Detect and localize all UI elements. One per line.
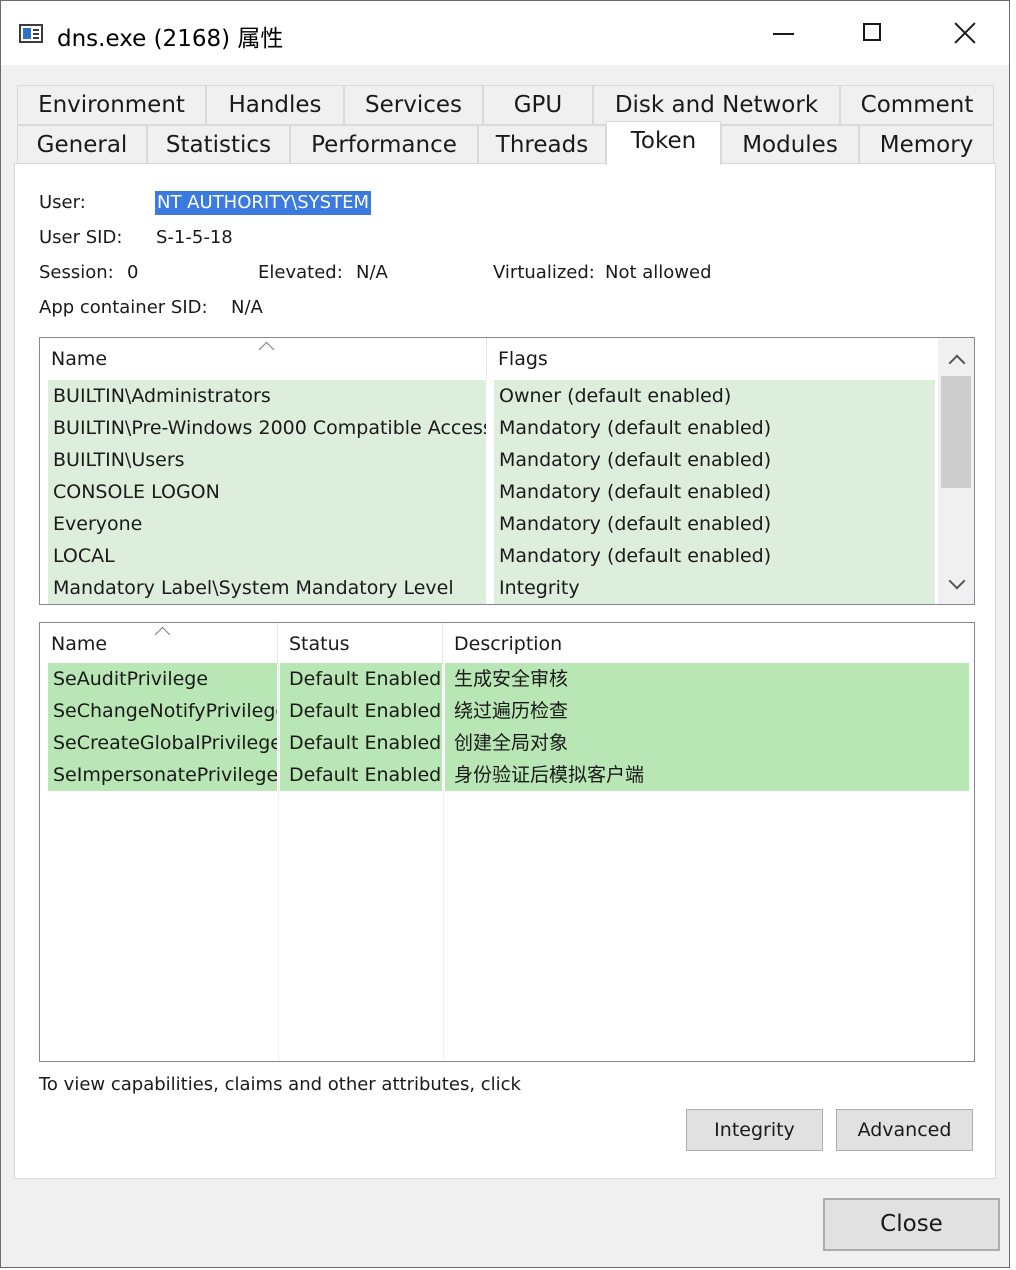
minimize-button[interactable] <box>739 1 829 65</box>
close-button[interactable]: Close <box>823 1198 1000 1251</box>
chevron-down-icon <box>948 572 966 590</box>
table-row[interactable]: LOCAL <box>48 540 486 572</box>
table-row-description[interactable]: 绕过遍历检查 <box>445 695 969 727</box>
column-divider <box>278 665 279 1061</box>
attributes-hint: To view capabilities, claims and other a… <box>39 1074 521 1095</box>
virtualized-value[interactable]: Not allowed <box>605 262 712 283</box>
table-row-description[interactable]: 生成安全审核 <box>445 663 969 695</box>
scroll-up-button[interactable] <box>938 342 974 378</box>
table-row-flags[interactable]: Mandatory (default enabled) <box>494 444 935 476</box>
table-row-status[interactable]: Default Enabled <box>280 663 442 695</box>
tab-statistics[interactable]: Statistics <box>147 125 290 165</box>
app-container-sid-label: App container SID: <box>39 297 208 318</box>
chevron-up-icon <box>948 354 966 372</box>
tab-general[interactable]: General <box>17 125 147 165</box>
window-title: dns.exe (2168) 属性 <box>57 26 284 52</box>
scroll-down-button[interactable] <box>938 566 974 602</box>
close-icon <box>953 21 977 45</box>
tab-performance[interactable]: Performance <box>290 125 478 165</box>
table-row-flags[interactable]: Mandatory (default enabled) <box>494 508 935 540</box>
tab-modules[interactable]: Modules <box>721 125 859 165</box>
properties-window: dns.exe (2168) 属性 Environment Handles Se… <box>0 0 1010 1268</box>
user-sid-label: User SID: <box>39 227 123 248</box>
groups-column-flags[interactable]: Flags <box>487 338 940 380</box>
table-row-status[interactable]: Default Enabled <box>280 727 442 759</box>
table-row[interactable]: SeChangeNotifyPrivilege <box>48 695 277 727</box>
scroll-thumb[interactable] <box>941 376 971 488</box>
tab-token[interactable]: Token <box>606 121 721 165</box>
tab-environment[interactable]: Environment <box>17 85 206 125</box>
integrity-button[interactable]: Integrity <box>686 1109 823 1151</box>
tab-threads[interactable]: Threads <box>478 125 606 165</box>
maximize-button[interactable] <box>829 1 919 65</box>
advanced-button[interactable]: Advanced <box>836 1109 973 1151</box>
tab-handles[interactable]: Handles <box>206 85 344 125</box>
maximize-icon <box>863 23 881 41</box>
tab-comment[interactable]: Comment <box>840 85 994 125</box>
column-divider <box>443 665 444 1061</box>
table-row[interactable]: SeCreateGlobalPrivilege <box>48 727 277 759</box>
app-window-icon <box>19 24 43 43</box>
tab-disk-and-network[interactable]: Disk and Network <box>593 85 840 125</box>
elevated-value[interactable]: N/A <box>356 262 388 283</box>
table-row-description[interactable]: 身份验证后模拟客户端 <box>445 759 969 791</box>
table-row[interactable]: Mandatory Label\System Mandatory Level <box>48 572 486 604</box>
table-row-flags[interactable]: Mandatory (default enabled) <box>494 540 935 572</box>
close-window-button[interactable] <box>919 1 1009 65</box>
session-value[interactable]: 0 <box>127 262 138 283</box>
virtualized-label: Virtualized: <box>493 262 595 283</box>
table-row[interactable]: SeImpersonatePrivilege <box>48 759 277 791</box>
user-sid-value[interactable]: S-1-5-18 <box>156 227 233 248</box>
elevated-label: Elevated: <box>258 262 343 283</box>
table-row-flags[interactable]: Integrity <box>494 572 935 604</box>
table-row-status[interactable]: Default Enabled <box>280 759 442 791</box>
table-row[interactable]: Everyone <box>48 508 486 540</box>
user-value[interactable]: NT AUTHORITY\SYSTEM <box>155 191 371 215</box>
table-row[interactable]: BUILTIN\Pre-Windows 2000 Compatible Acce… <box>48 412 486 444</box>
privileges-column-status[interactable]: Status <box>278 623 443 665</box>
table-row-flags[interactable]: Mandatory (default enabled) <box>494 412 935 444</box>
session-label: Session: <box>39 262 114 283</box>
title-bar[interactable]: dns.exe (2168) 属性 <box>1 1 1009 65</box>
app-container-sid-value[interactable]: N/A <box>231 297 263 318</box>
tab-gpu[interactable]: GPU <box>483 85 593 125</box>
table-row[interactable]: BUILTIN\Users <box>48 444 486 476</box>
table-row-flags[interactable]: Owner (default enabled) <box>494 380 935 412</box>
table-row-description[interactable]: 创建全局对象 <box>445 727 969 759</box>
privileges-column-description[interactable]: Description <box>443 623 974 665</box>
minimize-icon <box>773 33 794 35</box>
privileges-list[interactable]: Name Status Description SeAuditPrivilege… <box>39 622 975 1062</box>
groups-scrollbar[interactable] <box>938 338 974 604</box>
table-row[interactable]: SeAuditPrivilege <box>48 663 277 695</box>
table-row-flags[interactable]: Mandatory (default enabled) <box>494 476 935 508</box>
table-row[interactable]: CONSOLE LOGON <box>48 476 486 508</box>
user-label: User: <box>39 192 86 213</box>
table-row[interactable]: BUILTIN\Administrators <box>48 380 486 412</box>
tab-memory[interactable]: Memory <box>859 125 994 165</box>
groups-list[interactable]: Name Flags BUILTIN\Administrators Owner … <box>39 337 975 605</box>
tab-services[interactable]: Services <box>344 85 483 125</box>
table-row-status[interactable]: Default Enabled <box>280 695 442 727</box>
